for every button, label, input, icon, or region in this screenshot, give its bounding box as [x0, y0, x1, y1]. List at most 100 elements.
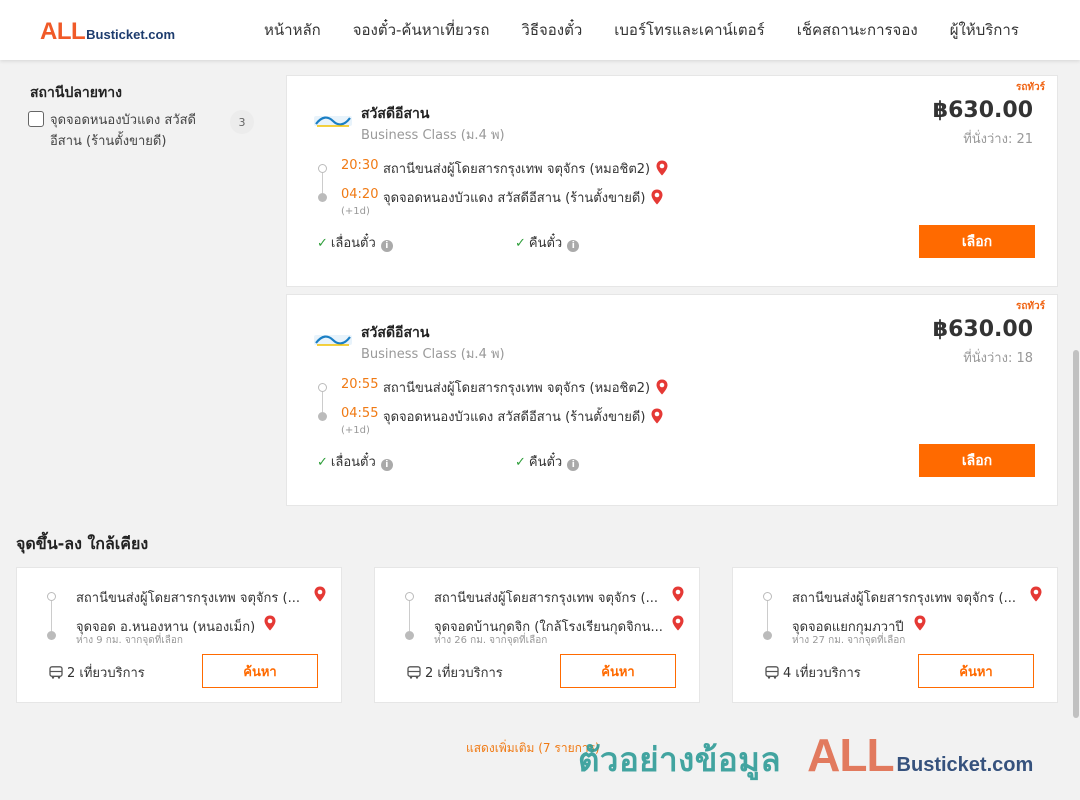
- watermark-logo-suffix: Busticket.com: [896, 754, 1034, 776]
- arrival-dot: [47, 631, 56, 640]
- departure-dot: [318, 164, 327, 173]
- nearby-search-button[interactable]: ค้นหา: [560, 654, 676, 688]
- info-icon[interactable]: i: [380, 459, 393, 471]
- route-line: [322, 392, 323, 412]
- route-line: [322, 173, 323, 193]
- nearby-trip-count: 2 เที่ยวบริการ: [407, 662, 503, 683]
- map-pin-icon[interactable]: [914, 615, 926, 631]
- nearby-search-button[interactable]: ค้นหา: [918, 654, 1034, 688]
- nav-booking-status[interactable]: เช็คสถานะการจอง: [797, 18, 918, 42]
- nav-contact[interactable]: เบอร์โทรและเคาน์เตอร์: [614, 18, 764, 42]
- operator-name: สวัสดีอีสาน: [361, 106, 430, 122]
- arrival-dot: [318, 412, 327, 421]
- nearby-from-station: สถานีขนส่งผู้โดยสารกรุงเทพ จตุจักร (...: [792, 591, 1016, 606]
- next-day-indicator: (+1d): [341, 206, 370, 217]
- departure-dot: [405, 592, 414, 601]
- map-pin-icon[interactable]: [672, 615, 684, 631]
- select-trip-button[interactable]: เลือก: [919, 444, 1035, 477]
- logo-suffix-text: Busticket.com: [86, 27, 176, 42]
- departure-time: 20:55: [341, 377, 379, 392]
- ticket-price: ฿630.00: [932, 317, 1033, 342]
- operator-logo-icon: [314, 335, 352, 346]
- feature-reschedule: ✓ เลื่อนตั๋ว i: [317, 232, 393, 253]
- site-logo[interactable]: ALL Busticket.com: [40, 18, 175, 46]
- info-icon[interactable]: i: [380, 240, 393, 252]
- map-pin-icon[interactable]: [672, 586, 684, 602]
- nearby-from-station: สถานีขนส่งผู้โดยสารกรุงเทพ จตุจักร (...: [434, 591, 658, 606]
- bus-class: Business Class (ม.4 พ): [361, 347, 505, 362]
- route-timeline: 20:55 สถานีขนส่งผู้โดยสารกรุงเทพ จตุจักร…: [317, 375, 747, 439]
- nearby-stops-title: จุดขึ้น-ลง ใกล้เคียง: [16, 534, 149, 553]
- main-nav: หน้าหลัก จองตั๋ว-ค้นหาเที่ยวรถ วิธีจองตั…: [248, 0, 1035, 60]
- map-pin-icon[interactable]: [1030, 586, 1042, 602]
- nav-book-search[interactable]: จองตั๋ว-ค้นหาเที่ยวรถ: [353, 18, 490, 42]
- nearby-route-card: สถานีขนส่งผู้โดยสารกรุงเทพ จตุจักร (... …: [732, 567, 1058, 703]
- feature-reschedule: ✓ เลื่อนตั๋ว i: [317, 451, 393, 472]
- departure-station: สถานีขนส่งผู้โดยสารกรุงเทพ จตุจักร (หมอช…: [383, 162, 651, 177]
- arrival-station-row: จุดจอดหนองบัวแดง สวัสดีอีสาน (ร้านตั้งขา…: [383, 406, 663, 427]
- filter-checkbox[interactable]: [28, 111, 44, 127]
- nearby-trip-count: 4 เที่ยวบริการ: [765, 662, 861, 683]
- bus-icon: [49, 666, 63, 679]
- nav-operators[interactable]: ผู้ให้บริการ: [950, 18, 1019, 42]
- bus-class: Business Class (ม.4 พ): [361, 128, 505, 143]
- info-icon[interactable]: i: [567, 240, 580, 252]
- info-icon[interactable]: i: [567, 459, 580, 471]
- check-icon: ✓: [317, 236, 328, 251]
- route-line: [51, 601, 52, 631]
- check-icon: ✓: [515, 455, 526, 470]
- watermark: ตัวอย่างข้อมูล ALL Busticket.com: [578, 728, 1033, 786]
- nav-home[interactable]: หน้าหลัก: [264, 18, 321, 42]
- nearby-distance: ห่าง 27 กม. จากจุดที่เลือก: [792, 635, 906, 646]
- nearby-trip-count: 2 เที่ยวบริการ: [49, 662, 145, 683]
- nearby-route-card: สถานีขนส่งผู้โดยสารกรุงเทพ จตุจักร (... …: [374, 567, 700, 703]
- ticket-price: ฿630.00: [932, 98, 1033, 123]
- feature-refund: ✓ คืนตั๋ว i: [515, 451, 580, 472]
- scrollbar-thumb[interactable]: [1073, 350, 1079, 718]
- route-line: [767, 601, 768, 631]
- map-pin-icon[interactable]: [651, 189, 663, 205]
- departure-station-row: สถานีขนส่งผู้โดยสารกรุงเทพ จตุจักร (หมอช…: [383, 377, 668, 398]
- arrival-dot: [763, 631, 772, 640]
- map-pin-icon[interactable]: [264, 615, 276, 631]
- departure-dot: [763, 592, 772, 601]
- filter-option-label[interactable]: จุดจอดหนองบัวแดง สวัสดีอีสาน (ร้านตั้งขา…: [50, 110, 210, 152]
- route-line: [409, 601, 410, 631]
- departure-station-row: สถานีขนส่งผู้โดยสารกรุงเทพ จตุจักร (หมอช…: [383, 158, 668, 179]
- check-icon: ✓: [317, 455, 328, 470]
- feature-label: เลื่อนตั๋ว: [330, 236, 376, 251]
- nav-how-to-book[interactable]: วิธีจองตั๋ว: [521, 18, 582, 42]
- operator-logo-icon: [314, 116, 352, 127]
- departure-station: สถานีขนส่งผู้โดยสารกรุงเทพ จตุจักร (หมอช…: [383, 381, 651, 396]
- nearby-route-card: สถานีขนส่งผู้โดยสารกรุงเทพ จตุจักร (... …: [16, 567, 342, 703]
- map-pin-icon[interactable]: [656, 379, 668, 395]
- arrival-dot: [318, 193, 327, 202]
- trip-count-label: 2 เที่ยวบริการ: [67, 666, 145, 681]
- watermark-logo-all: ALL: [807, 729, 894, 781]
- trip-card: รถทัวร์ สวัสดีอีสาน Business Class (ม.4 …: [286, 294, 1058, 506]
- map-pin-icon[interactable]: [656, 160, 668, 176]
- nearby-distance: ห่าง 26 กม. จากจุดที่เลือก: [434, 635, 548, 646]
- site-header: ALL Busticket.com หน้าหลัก จองตั๋ว-ค้นหา…: [0, 0, 1080, 60]
- arrival-station-row: จุดจอดหนองบัวแดง สวัสดีอีสาน (ร้านตั้งขา…: [383, 187, 663, 208]
- arrival-dot: [405, 631, 414, 640]
- bus-icon: [765, 666, 779, 679]
- map-pin-icon[interactable]: [651, 408, 663, 424]
- nearby-distance: ห่าง 9 กม. จากจุดที่เลือก: [76, 635, 183, 646]
- seats-available: ที่นั่งว่าง: 18: [963, 351, 1033, 366]
- feature-label: คืนตั๋ว: [528, 236, 563, 251]
- arrival-time: 04:20: [341, 187, 379, 202]
- trip-card: รถทัวร์ สวัสดีอีสาน Business Class (ม.4 …: [286, 75, 1058, 287]
- bus-type-tag: รถทัวร์: [1015, 82, 1045, 93]
- nearby-search-button[interactable]: ค้นหา: [202, 654, 318, 688]
- check-icon: ✓: [515, 236, 526, 251]
- watermark-text: ตัวอย่างข้อมูล: [578, 740, 782, 779]
- seats-available: ที่นั่งว่าง: 21: [963, 132, 1033, 147]
- map-pin-icon[interactable]: [314, 586, 326, 602]
- show-more-link[interactable]: แสดงเพิ่มเติม (7 รายการ): [466, 739, 600, 758]
- feature-label: คืนตั๋ว: [528, 455, 563, 470]
- arrival-station: จุดจอดหนองบัวแดง สวัสดีอีสาน (ร้านตั้งขา…: [383, 191, 646, 206]
- select-trip-button[interactable]: เลือก: [919, 225, 1035, 258]
- trip-count-label: 2 เที่ยวบริการ: [425, 666, 503, 681]
- operator-name: สวัสดีอีสาน: [361, 325, 430, 341]
